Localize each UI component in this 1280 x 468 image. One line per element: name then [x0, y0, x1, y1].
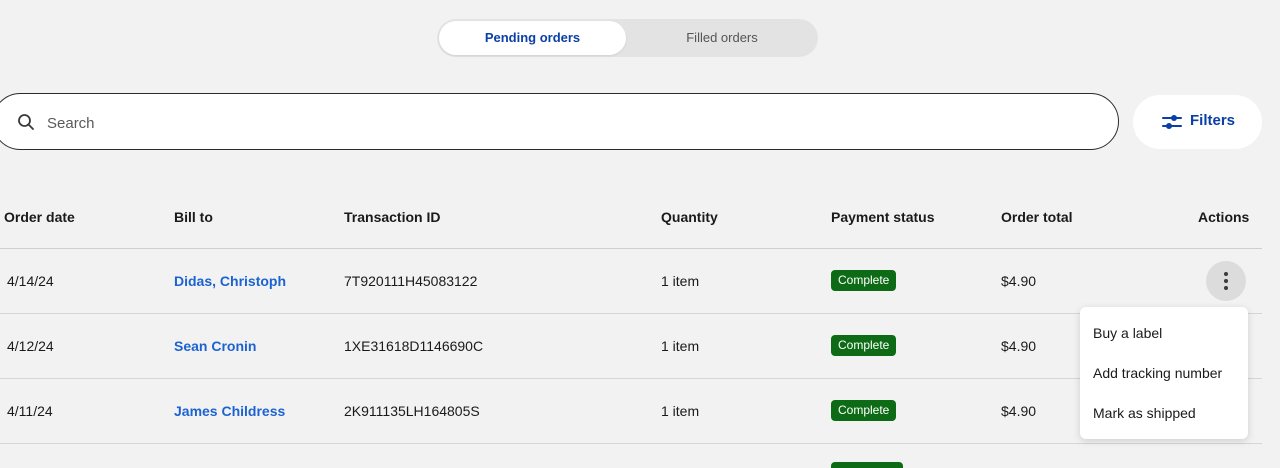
bill-to-link[interactable]: Didas, Christoph: [174, 249, 286, 313]
order-total-cell: $4.90: [1001, 273, 1037, 289]
more-vertical-icon-dot: [1224, 279, 1228, 283]
order-tabs: Pending orders Filled orders: [437, 19, 818, 57]
search-icon: [18, 114, 34, 130]
transaction-id-cell: 7T920111H45083122: [344, 273, 478, 289]
quantity-cell: 1 item: [661, 273, 700, 289]
row-actions-button[interactable]: [1206, 261, 1246, 301]
column-header-order-total[interactable]: Order total: [1001, 209, 1073, 225]
more-vertical-icon-dot: [1224, 286, 1228, 290]
bill-to-link[interactable]: Sean Cronin: [174, 314, 256, 378]
status-badge-partial: [831, 462, 903, 468]
status-badge: Complete: [831, 335, 897, 356]
tab-pending-orders[interactable]: Pending orders: [439, 21, 626, 55]
search-input[interactable]: [45, 108, 1089, 138]
order-total-cell: $4.90: [1001, 338, 1037, 354]
row-divider: [0, 443, 1262, 444]
menu-item-mark-as-shipped[interactable]: Mark as shipped: [1093, 405, 1196, 421]
quantity-cell: 1 item: [661, 403, 700, 419]
transaction-id-cell: 1XE31618D1146690C: [344, 338, 484, 354]
menu-item-add-tracking-number[interactable]: Add tracking number: [1093, 365, 1222, 381]
tab-filled-orders[interactable]: Filled orders: [628, 21, 816, 55]
filters-label: Filters: [1190, 112, 1236, 129]
column-header-transaction-id[interactable]: Transaction ID: [344, 209, 440, 225]
table-row: 4/14/24 Didas, Christoph 7T920111H450831…: [0, 249, 1262, 314]
order-total-cell: $4.90: [1001, 403, 1037, 419]
quantity-cell: 1 item: [661, 338, 700, 354]
bill-to-link[interactable]: James Childress: [174, 379, 285, 443]
column-header-actions: Actions: [1198, 209, 1250, 225]
filters-button[interactable]: Filters: [1133, 95, 1262, 149]
menu-item-buy-label[interactable]: Buy a label: [1093, 325, 1162, 341]
more-vertical-icon: [1224, 272, 1228, 276]
column-header-order-date[interactable]: Order date: [4, 209, 75, 225]
search-bar[interactable]: [0, 93, 1119, 150]
order-date-cell: 4/12/24: [7, 338, 54, 354]
table-row: 4/11/24 James Childress 2K911135LH164805…: [0, 379, 1262, 444]
status-badge: Complete: [831, 400, 897, 421]
table-row: 4/12/24 Sean Cronin 1XE31618D1146690C 1 …: [0, 314, 1262, 379]
order-date-cell: 4/14/24: [7, 273, 54, 289]
sliders-icon: [1162, 115, 1182, 129]
order-date-cell: 4/11/24: [7, 403, 53, 419]
column-header-payment-status[interactable]: Payment status: [831, 209, 934, 225]
row-actions-menu: Buy a label Add tracking number Mark as …: [1080, 307, 1248, 439]
status-badge: Complete: [831, 270, 897, 291]
column-header-bill-to[interactable]: Bill to: [174, 209, 213, 225]
column-header-quantity[interactable]: Quantity: [661, 209, 718, 225]
transaction-id-cell: 2K911135LH164805S: [344, 403, 480, 419]
